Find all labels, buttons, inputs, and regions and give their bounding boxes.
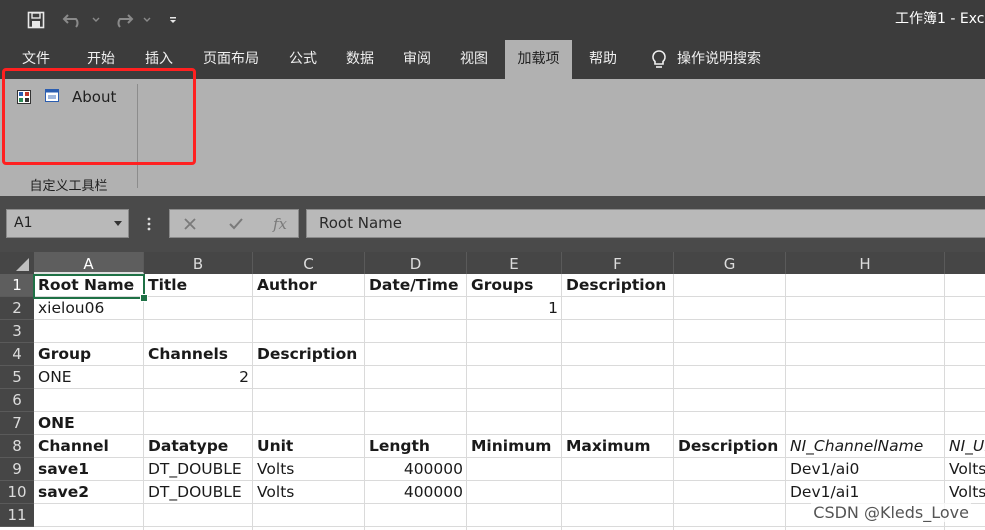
- name-box[interactable]: A1: [6, 209, 129, 238]
- active-cell-outline: [33, 274, 145, 299]
- tab-data[interactable]: 数据: [335, 40, 385, 79]
- tab-page-layout[interactable]: 页面布局: [192, 40, 270, 79]
- row-header-8[interactable]: 8: [0, 435, 34, 458]
- select-all-corner[interactable]: [0, 252, 34, 274]
- cell-e1[interactable]: Groups: [467, 274, 562, 296]
- column-header-a[interactable]: A: [34, 252, 144, 274]
- table-row: save2 DT_DOUBLE Volts 400000 Dev1/ai1 Volts: [34, 481, 985, 504]
- redo-dropdown-icon[interactable]: [141, 0, 153, 40]
- formula-buttons: fx: [169, 209, 299, 238]
- row-header-11[interactable]: 11: [0, 504, 34, 527]
- tab-review[interactable]: 审阅: [392, 40, 442, 79]
- table-row: [34, 320, 985, 343]
- watermark: CSDN @Kleds_Love: [811, 503, 971, 522]
- cell-b5[interactable]: 2: [144, 366, 253, 388]
- cell-b1[interactable]: Title: [144, 274, 253, 296]
- table-row: save1 DT_DOUBLE Volts 400000 Dev1/ai0 Volts: [34, 458, 985, 481]
- cell-a4[interactable]: Group: [34, 343, 144, 365]
- undo-dropdown-icon[interactable]: [90, 0, 102, 40]
- cell-b10[interactable]: DT_DOUBLE: [144, 481, 253, 503]
- column-header-i[interactable]: I: [945, 252, 985, 274]
- row-header-7[interactable]: 7: [0, 412, 34, 435]
- row-header-5[interactable]: 5: [0, 366, 34, 389]
- spreadsheet-grid: ABCDEFGHI 1Root NameTitleAuthorDate/TimeG…: [0, 252, 985, 530]
- workbook-title: 工作簿1 - Excel: [895, 11, 985, 27]
- cell-g8[interactable]: Description: [674, 435, 786, 457]
- row-header-3[interactable]: 3: [0, 320, 34, 343]
- column-header-e[interactable]: E: [467, 252, 562, 274]
- cancel-icon[interactable]: [174, 210, 206, 237]
- enter-check-icon[interactable]: [220, 210, 252, 237]
- table-row: ONE: [34, 412, 985, 435]
- fill-handle[interactable]: [140, 294, 148, 302]
- table-row: xielou06 1: [34, 297, 985, 320]
- cell-f8[interactable]: Maximum: [562, 435, 674, 457]
- cell-a2[interactable]: xielou06: [34, 297, 144, 319]
- tab-formulas[interactable]: 公式: [278, 40, 328, 79]
- tab-help[interactable]: 帮助: [578, 40, 628, 79]
- cell-a7[interactable]: ONE: [34, 412, 144, 434]
- highlight-box: [2, 68, 196, 165]
- cell-c9[interactable]: Volts: [253, 458, 365, 480]
- row-header-4[interactable]: 4: [0, 343, 34, 366]
- table-row: ONE 2: [34, 366, 985, 389]
- tell-me-search[interactable]: 操作说明搜索: [677, 40, 781, 79]
- cell-h9[interactable]: Dev1/ai0: [786, 458, 945, 480]
- save-icon[interactable]: [24, 0, 48, 40]
- undo-icon[interactable]: [60, 0, 86, 40]
- column-header-d[interactable]: D: [365, 252, 467, 274]
- row-header-2[interactable]: 2: [0, 297, 34, 320]
- cell-b4[interactable]: Channels: [144, 343, 253, 365]
- cell-c10[interactable]: Volts: [253, 481, 365, 503]
- chevron-down-icon[interactable]: [114, 221, 122, 226]
- cell-f1[interactable]: Description: [562, 274, 674, 296]
- insert-function-button[interactable]: fx: [264, 210, 296, 237]
- row-header-1[interactable]: 1: [0, 274, 34, 297]
- column-header-c[interactable]: C: [253, 252, 365, 274]
- cell-b8[interactable]: Datatype: [144, 435, 253, 457]
- row-header-10[interactable]: 10: [0, 481, 34, 504]
- cell-i8[interactable]: NI_Un: [945, 435, 985, 457]
- cell-h8[interactable]: NI_ChannelName: [786, 435, 945, 457]
- cell-e2[interactable]: 1: [467, 297, 562, 319]
- title-bar: 工作簿1 - Excel: [0, 0, 985, 40]
- column-header-b[interactable]: B: [144, 252, 253, 274]
- cell-h10[interactable]: Dev1/ai1: [786, 481, 945, 503]
- redo-icon[interactable]: [110, 0, 136, 40]
- name-box-value: A1: [14, 215, 33, 231]
- row-header-9[interactable]: 9: [0, 458, 34, 481]
- cell-a8[interactable]: Channel: [34, 435, 144, 457]
- table-row: Root Name Title Author Date/Time Groups Descr…: [34, 274, 985, 297]
- tab-view[interactable]: 视图: [449, 40, 499, 79]
- cell-d8[interactable]: Length: [365, 435, 467, 457]
- cell-a5[interactable]: ONE: [34, 366, 144, 388]
- lightbulb-icon[interactable]: [646, 40, 672, 79]
- column-header-g[interactable]: G: [674, 252, 786, 274]
- column-header-f[interactable]: F: [562, 252, 674, 274]
- cell-c4[interactable]: Description: [253, 343, 365, 365]
- cell-i10[interactable]: Volts: [945, 481, 985, 503]
- tab-add-ins[interactable]: 加载项: [505, 40, 572, 79]
- table-row: [34, 389, 985, 412]
- row-header-6[interactable]: 6: [0, 389, 34, 412]
- table-row: Group Channels Description: [34, 343, 985, 366]
- cell-d9[interactable]: 400000: [365, 458, 467, 480]
- cell-d1[interactable]: Date/Time: [365, 274, 467, 296]
- more-options-icon[interactable]: [143, 216, 155, 232]
- cell-a9[interactable]: save1: [34, 458, 144, 480]
- ribbon-group-label: 自定义工具栏: [29, 179, 108, 194]
- cell-a10[interactable]: save2: [34, 481, 144, 503]
- cell-b9[interactable]: DT_DOUBLE: [144, 458, 253, 480]
- table-row: Channel Datatype Unit Length Minimum Maximum D…: [34, 435, 985, 458]
- column-header-h[interactable]: H: [786, 252, 945, 274]
- cell-e8[interactable]: Minimum: [467, 435, 562, 457]
- cell-d10[interactable]: 400000: [365, 481, 467, 503]
- customize-qat-icon[interactable]: [166, 0, 180, 40]
- cell-c1[interactable]: Author: [253, 274, 365, 296]
- cell-i9[interactable]: Volts: [945, 458, 985, 480]
- formula-input[interactable]: Root Name: [306, 209, 985, 238]
- cell-c8[interactable]: Unit: [253, 435, 365, 457]
